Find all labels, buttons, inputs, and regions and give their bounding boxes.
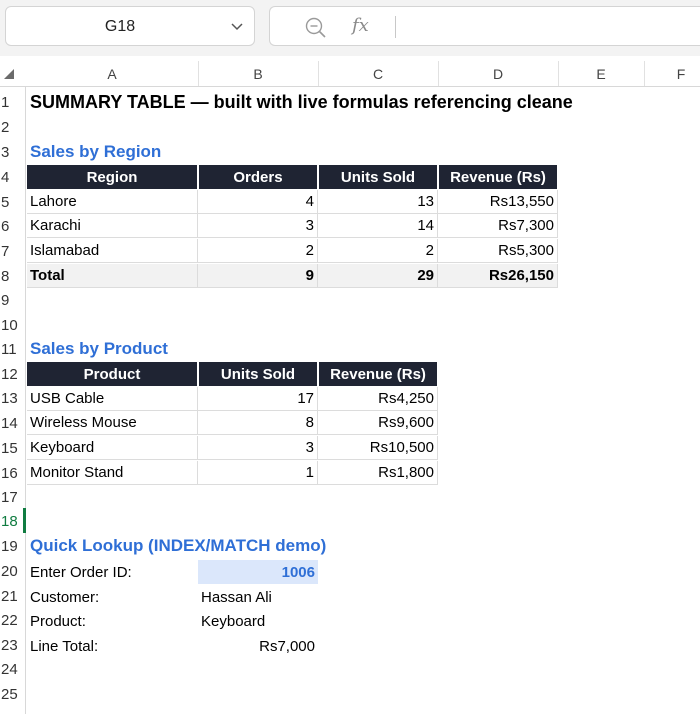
lookup-total-value[interactable]: Rs7,000 [198, 634, 318, 658]
lookup-product-value[interactable]: Keyboard [198, 609, 338, 633]
lookup-product-label[interactable]: Product: [27, 609, 198, 633]
region-total-orders[interactable]: 9 [198, 264, 318, 288]
row-header[interactable]: 17 [0, 485, 26, 509]
region-cell-name[interactable]: Karachi [27, 214, 198, 238]
product-cell-revenue[interactable]: Rs4,250 [318, 387, 438, 411]
column-header-c[interactable]: C [318, 61, 438, 86]
region-total-label[interactable]: Total [27, 264, 198, 288]
row-header[interactable]: 19 [0, 534, 26, 558]
select-all-corner[interactable] [0, 61, 26, 86]
product-section-heading[interactable]: Sales by Product [27, 337, 327, 361]
column-header-border [0, 86, 700, 87]
region-cell-revenue[interactable]: Rs7,300 [438, 214, 558, 238]
column-divider [198, 61, 199, 86]
column-header-b[interactable]: B [198, 61, 318, 86]
row-header[interactable]: 11 [0, 337, 26, 361]
row-header[interactable]: 14 [0, 411, 26, 435]
column-divider [318, 61, 319, 86]
product-cell-units[interactable]: 1 [198, 461, 318, 485]
region-cell-name[interactable]: Islamabad [27, 239, 198, 263]
region-cell-revenue[interactable]: Rs13,550 [438, 190, 558, 214]
product-cell-units[interactable]: 17 [198, 387, 318, 411]
row-header[interactable]: 3 [0, 140, 26, 164]
row-header[interactable]: 8 [0, 264, 26, 288]
formula-separator [395, 16, 396, 38]
row-header[interactable]: 22 [0, 608, 26, 632]
region-header-units[interactable]: Units Sold [319, 165, 437, 189]
row-header[interactable]: 1 [0, 90, 26, 114]
row-header[interactable]: 7 [0, 239, 26, 263]
lookup-order-input[interactable]: 1006 [198, 560, 318, 584]
column-header-d[interactable]: D [438, 61, 558, 86]
row-header[interactable]: 2 [0, 115, 26, 139]
insert-function-icon[interactable]: fx [352, 15, 369, 36]
region-cell-orders[interactable]: 3 [198, 214, 318, 238]
product-cell-revenue[interactable]: Rs1,800 [318, 461, 438, 485]
lookup-total-label[interactable]: Line Total: [27, 634, 198, 658]
column-header-f[interactable]: F [644, 61, 700, 86]
region-cell-units[interactable]: 14 [318, 214, 438, 238]
row-header[interactable]: 12 [0, 362, 26, 386]
product-cell-name[interactable]: USB Cable [27, 387, 198, 411]
row-header[interactable]: 16 [0, 461, 26, 485]
zoom-out-icon[interactable] [304, 16, 328, 40]
product-header-units[interactable]: Units Sold [199, 362, 317, 386]
region-cell-orders[interactable]: 2 [198, 239, 318, 263]
product-header-product[interactable]: Product [27, 362, 197, 386]
column-header-a[interactable]: A [26, 61, 198, 86]
region-cell-units[interactable]: 13 [318, 190, 438, 214]
region-cell-name[interactable]: Lahore [27, 190, 198, 214]
product-cell-units[interactable]: 3 [198, 436, 318, 460]
region-header-orders[interactable]: Orders [199, 165, 317, 189]
product-cell-revenue[interactable]: Rs10,500 [318, 436, 438, 460]
column-header-e[interactable]: E [558, 61, 644, 86]
region-header-region[interactable]: Region [27, 165, 197, 189]
lookup-customer-value[interactable]: Hassan Ali [198, 585, 338, 609]
name-box-value: G18 [104, 18, 136, 35]
row-header[interactable]: 13 [0, 386, 26, 410]
column-divider [438, 61, 439, 86]
row-header[interactable]: 15 [0, 436, 26, 460]
row-header[interactable]: 5 [0, 190, 26, 214]
region-total-revenue[interactable]: Rs26,150 [438, 264, 558, 288]
region-cell-units[interactable]: 2 [318, 239, 438, 263]
row-header[interactable]: 21 [0, 584, 26, 608]
product-cell-revenue[interactable]: Rs9,600 [318, 411, 438, 435]
row-header[interactable]: 4 [0, 165, 26, 189]
lookup-section-heading[interactable]: Quick Lookup (INDEX/MATCH demo) [27, 534, 427, 558]
row-header[interactable]: 9 [0, 288, 26, 312]
row-header[interactable]: 6 [0, 214, 26, 238]
row-header[interactable]: 10 [0, 313, 26, 337]
product-cell-name[interactable]: Wireless Mouse [27, 411, 198, 435]
row-header-active[interactable]: 18 [0, 509, 26, 533]
chevron-down-icon[interactable] [230, 19, 244, 33]
region-cell-revenue[interactable]: Rs5,300 [438, 239, 558, 263]
row-header[interactable]: 20 [0, 559, 26, 583]
row-header[interactable]: 25 [0, 682, 26, 706]
product-cell-name[interactable]: Keyboard [27, 436, 198, 460]
row-header[interactable]: 24 [0, 657, 26, 681]
product-cell-name[interactable]: Monitor Stand [27, 461, 198, 485]
summary-title[interactable]: SUMMARY TABLE — built with live formulas… [27, 90, 647, 114]
product-cell-units[interactable]: 8 [198, 411, 318, 435]
column-divider [644, 61, 645, 86]
formula-input[interactable]: fx [269, 6, 700, 46]
region-header-revenue[interactable]: Revenue (Rs) [439, 165, 557, 189]
select-all-triangle-icon [4, 69, 14, 79]
region-section-heading[interactable]: Sales by Region [27, 140, 327, 164]
column-divider [558, 61, 559, 86]
name-box[interactable]: G18 [5, 6, 255, 46]
region-total-units[interactable]: 29 [318, 264, 438, 288]
lookup-order-label[interactable]: Enter Order ID: [27, 560, 198, 584]
row-header[interactable]: 23 [0, 633, 26, 657]
lookup-customer-label[interactable]: Customer: [27, 585, 198, 609]
region-cell-orders[interactable]: 4 [198, 190, 318, 214]
product-header-revenue[interactable]: Revenue (Rs) [319, 362, 437, 386]
formula-bar: G18 fx [0, 0, 700, 56]
